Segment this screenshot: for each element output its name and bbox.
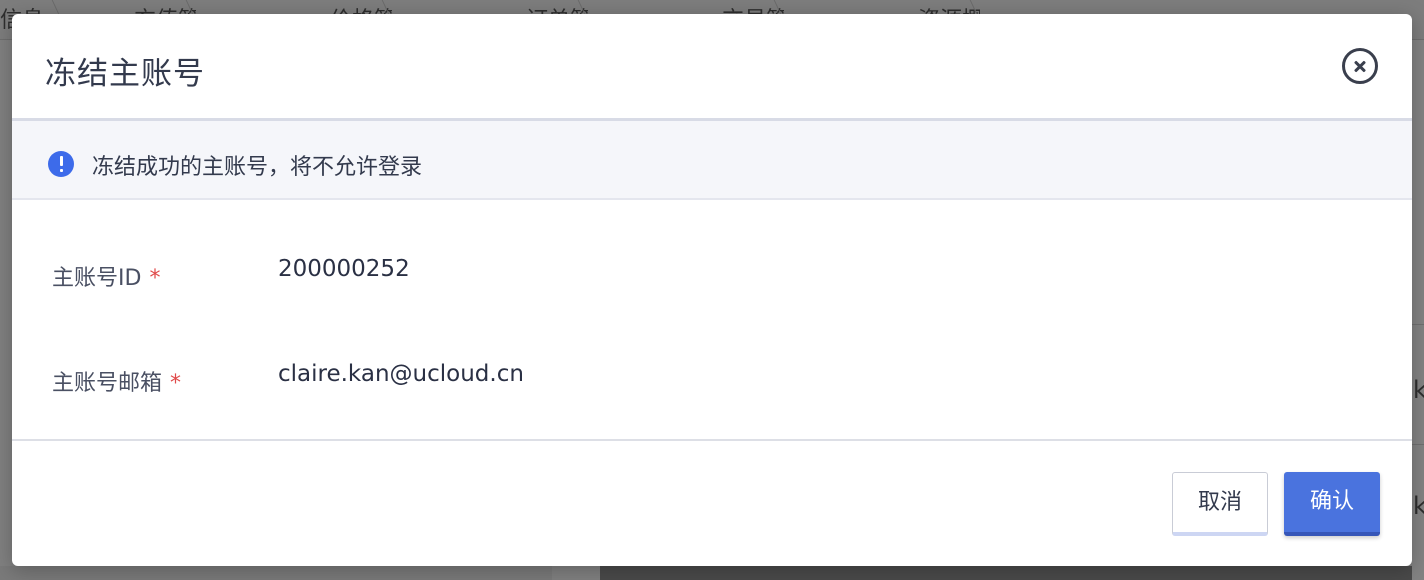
background-footer-left bbox=[0, 566, 552, 580]
background-row-divider bbox=[1412, 324, 1424, 325]
form-row-account-id: 主账号ID * 200000252 bbox=[12, 254, 1412, 294]
account-id-label: 主账号ID * bbox=[52, 266, 161, 291]
dialog-header: 冻结主账号 bbox=[12, 14, 1412, 118]
required-mark: * bbox=[170, 371, 182, 396]
info-icon bbox=[48, 151, 74, 177]
confirm-button[interactable]: 确认 bbox=[1284, 472, 1380, 536]
account-email-value: claire.kan@ucloud.cn bbox=[278, 361, 524, 387]
footer-divider bbox=[12, 439, 1412, 441]
freeze-account-dialog: 冻结主账号 冻结成功的主账号，将不允许登录 主账号ID * 200000252 主… bbox=[12, 14, 1412, 566]
background-row-divider bbox=[1412, 444, 1424, 445]
required-mark: * bbox=[149, 266, 161, 291]
dialog-title: 冻结主账号 bbox=[45, 56, 205, 92]
alert-message: 冻结成功的主账号，将不允许登录 bbox=[92, 155, 423, 180]
info-alert: 冻结成功的主账号，将不允许登录 bbox=[12, 118, 1412, 200]
background-footer-right bbox=[600, 566, 1412, 580]
account-email-label: 主账号邮箱 * bbox=[52, 371, 182, 396]
account-id-value: 200000252 bbox=[278, 256, 410, 282]
form-row-account-email: 主账号邮箱 * claire.kan@ucloud.cn bbox=[12, 359, 1412, 399]
close-icon[interactable] bbox=[1342, 48, 1378, 84]
background-cell-text: k bbox=[1413, 376, 1424, 404]
background-cell-text: k bbox=[1413, 492, 1424, 520]
cancel-button[interactable]: 取消 bbox=[1172, 472, 1268, 536]
